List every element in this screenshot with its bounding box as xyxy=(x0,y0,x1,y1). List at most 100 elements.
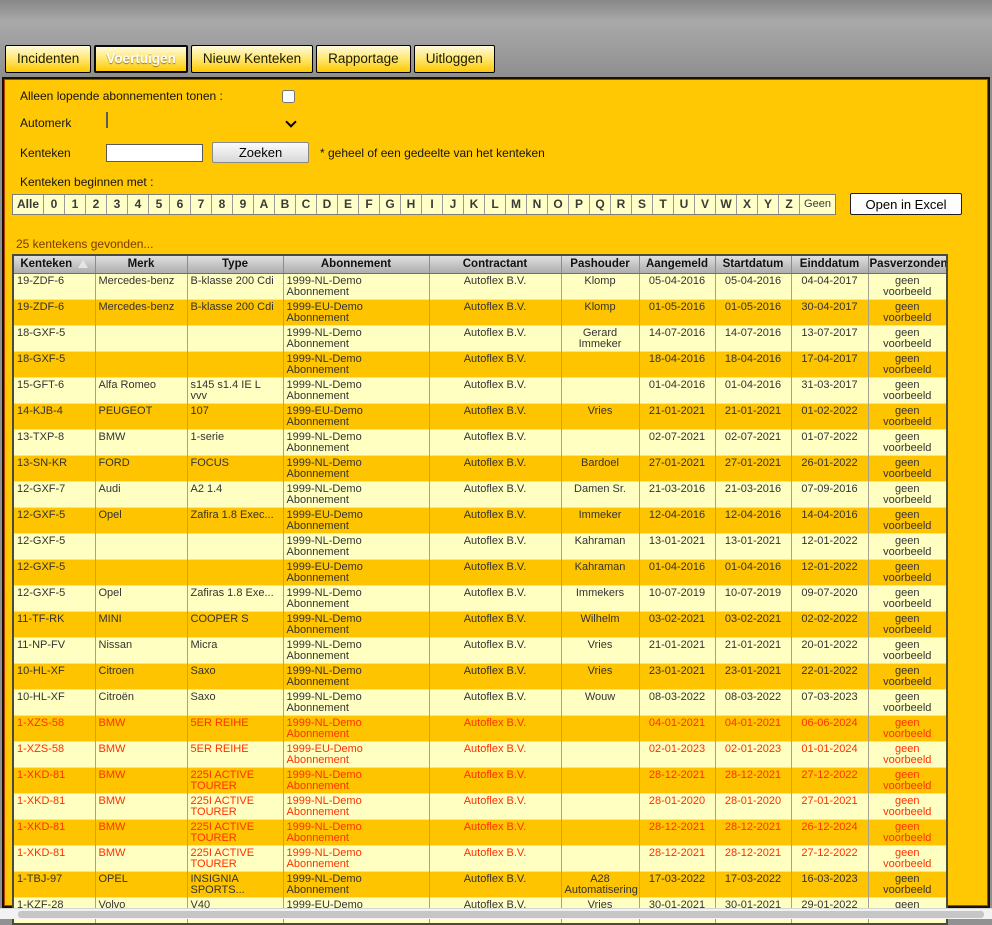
cell-merk xyxy=(95,533,187,559)
cell-aangemeld: 03-02-2021 xyxy=(639,611,715,637)
letter-filter-d[interactable]: D xyxy=(317,195,338,214)
letter-filter-geen[interactable]: Geen xyxy=(800,195,835,214)
letter-filter-g[interactable]: G xyxy=(380,195,401,214)
letter-filter-k[interactable]: K xyxy=(464,195,485,214)
letter-filter-n[interactable]: N xyxy=(527,195,548,214)
tab-uitloggen[interactable]: Uitloggen xyxy=(414,45,495,73)
letter-filter-4[interactable]: 4 xyxy=(128,195,149,214)
letter-filter-v[interactable]: V xyxy=(695,195,716,214)
letter-filter-2[interactable]: 2 xyxy=(86,195,107,214)
cell-aangemeld: 01-05-2016 xyxy=(639,299,715,325)
letter-filter-m[interactable]: M xyxy=(506,195,527,214)
cell-abonnement: 1999-NL-Demo Abonnement xyxy=(283,325,429,351)
tab-rapportage[interactable]: Rapportage xyxy=(316,45,411,73)
letter-filter-3[interactable]: 3 xyxy=(107,195,128,214)
letter-filter-j[interactable]: J xyxy=(443,195,464,214)
letter-filter-t[interactable]: T xyxy=(653,195,674,214)
cell-contractant: Autoflex B.V. xyxy=(429,637,561,663)
letter-filter-x[interactable]: X xyxy=(737,195,758,214)
cell-contractant: Autoflex B.V. xyxy=(429,351,561,377)
letter-filter-y[interactable]: Y xyxy=(758,195,779,214)
letter-filter-6[interactable]: 6 xyxy=(170,195,191,214)
letter-filter-h[interactable]: H xyxy=(401,195,422,214)
cell-contractant: Autoflex B.V. xyxy=(429,429,561,455)
letter-filter-i[interactable]: I xyxy=(422,195,443,214)
column-header-abonnement[interactable]: Abonnement xyxy=(283,255,429,273)
tab-voertuigen[interactable]: Voertuigen xyxy=(94,45,188,73)
kenteken-input[interactable] xyxy=(106,144,203,162)
cell-contractant: Autoflex B.V. xyxy=(429,585,561,611)
zoeken-button[interactable]: Zoeken xyxy=(212,142,309,163)
column-header-contractant[interactable]: Contractant xyxy=(429,255,561,273)
cell-startdatum: 08-03-2022 xyxy=(715,689,791,715)
column-header-aangemeld[interactable]: Aangemeld xyxy=(639,255,715,273)
column-header-merk[interactable]: Merk xyxy=(95,255,187,273)
cell-aangemeld: 13-01-2021 xyxy=(639,533,715,559)
letter-filter-c[interactable]: C xyxy=(296,195,317,214)
letter-filter-0[interactable]: 0 xyxy=(44,195,65,214)
cell-abonnement: 1999-NL-Demo Abonnement xyxy=(283,819,429,845)
letter-filter-o[interactable]: O xyxy=(548,195,569,214)
letter-filter-1[interactable]: 1 xyxy=(65,195,86,214)
column-header-type[interactable]: Type xyxy=(187,255,283,273)
tab-incidenten[interactable]: Incidenten xyxy=(5,45,91,73)
cell-type: B-klasse 200 Cdi xyxy=(187,273,283,299)
cell-pasverzonden: geen voorbeeld xyxy=(868,819,947,845)
lopende-abonnementen-checkbox[interactable] xyxy=(282,90,295,103)
letter-filter-b[interactable]: B xyxy=(275,195,296,214)
letter-filter-7[interactable]: 7 xyxy=(191,195,212,214)
letter-filter-q[interactable]: Q xyxy=(590,195,611,214)
cell-startdatum: 21-03-2016 xyxy=(715,481,791,507)
cell-type: Micra xyxy=(187,637,283,663)
letter-filter-r[interactable]: R xyxy=(611,195,632,214)
horizontal-scrollbar-track[interactable] xyxy=(0,908,992,919)
cell-startdatum: 27-01-2021 xyxy=(715,455,791,481)
cell-type: B-klasse 200 Cdi xyxy=(187,299,283,325)
cell-abonnement: 1999-NL-Demo Abonnement xyxy=(283,689,429,715)
cell-merk: BMW xyxy=(95,819,187,845)
cell-merk: BMW xyxy=(95,715,187,741)
cell-abonnement: 1999-EU-Demo Abonnement xyxy=(283,507,429,533)
cell-merk: PEUGEOT xyxy=(95,403,187,429)
letter-filter-s[interactable]: S xyxy=(632,195,653,214)
letter-filter-a[interactable]: A xyxy=(254,195,275,214)
column-header-pasverzonden[interactable]: Pasverzonden xyxy=(868,255,947,273)
cell-pashouder xyxy=(561,377,639,403)
cell-startdatum: 28-12-2021 xyxy=(715,767,791,793)
column-header-einddatum[interactable]: Einddatum xyxy=(791,255,868,273)
cell-type: Zafira 1.8 Exec... xyxy=(187,507,283,533)
letter-filter-u[interactable]: U xyxy=(674,195,695,214)
letter-filter-5[interactable]: 5 xyxy=(149,195,170,214)
column-header-startdatum[interactable]: Startdatum xyxy=(715,255,791,273)
letter-filter-alle[interactable]: Alle xyxy=(13,195,44,214)
cell-type: Zafiras 1.8 Exe... xyxy=(187,585,283,611)
letter-filter-z[interactable]: Z xyxy=(779,195,800,214)
cell-aangemeld: 21-01-2021 xyxy=(639,637,715,663)
column-header-kenteken[interactable]: Kenteken xyxy=(13,255,95,273)
letter-filter-l[interactable]: L xyxy=(485,195,506,214)
letter-filter-9[interactable]: 9 xyxy=(233,195,254,214)
cell-kenteken: 1-TBJ-97 xyxy=(13,871,95,897)
cell-kenteken: 12-GXF-7 xyxy=(13,481,95,507)
table-row: 18-GXF-51999-NL-Demo AbonnementAutoflex … xyxy=(13,351,947,377)
open-in-excel-button[interactable]: Open in Excel xyxy=(850,193,962,215)
column-header-pashouder[interactable]: Pashouder xyxy=(561,255,639,273)
letter-filter-e[interactable]: E xyxy=(338,195,359,214)
automerk-select[interactable] xyxy=(106,113,302,132)
letter-filter-f[interactable]: F xyxy=(359,195,380,214)
cell-einddatum: 26-12-2024 xyxy=(791,819,868,845)
cell-pashouder: Immeker xyxy=(561,507,639,533)
cell-contractant: Autoflex B.V. xyxy=(429,819,561,845)
kenteken-beginnen-label: Kenteken beginnen met : xyxy=(20,175,988,189)
letter-filter-w[interactable]: W xyxy=(716,195,737,214)
table-row: 19-ZDF-6Mercedes-benzB-klasse 200 Cdi199… xyxy=(13,299,947,325)
letter-filter-p[interactable]: P xyxy=(569,195,590,214)
letter-filter-8[interactable]: 8 xyxy=(212,195,233,214)
cell-einddatum: 02-02-2022 xyxy=(791,611,868,637)
cell-pashouder xyxy=(561,845,639,871)
cell-merk: Mercedes-benz xyxy=(95,299,187,325)
cell-merk: MINI xyxy=(95,611,187,637)
tab-nieuw-kenteken[interactable]: Nieuw Kenteken xyxy=(191,45,313,73)
cell-type xyxy=(187,351,283,377)
horizontal-scrollbar-thumb[interactable] xyxy=(18,911,984,918)
